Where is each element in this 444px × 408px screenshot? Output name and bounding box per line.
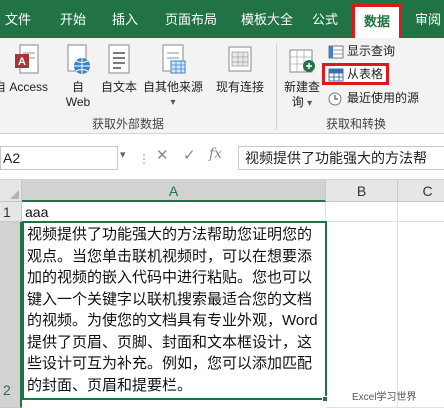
from-other-sources-button[interactable]: 自其他来源 ▾ [140,42,206,110]
name-box-dropdown-icon[interactable]: ▾ [120,148,126,161]
new-query-button[interactable]: 新建查 询 ▾ [280,42,324,110]
tab-home[interactable]: 开始 [48,0,98,38]
existing-connections-button[interactable]: 现有连接 [210,42,270,102]
new-query-label-1: 新建查 [283,80,320,94]
cell-b1[interactable] [326,202,398,222]
existing-connections-label: 现有连接 [215,80,264,94]
from-other-sources-label: 自其他来源 [142,80,203,94]
cell-a1[interactable]: aaa [22,202,326,222]
insert-function-icon[interactable]: fx [209,146,222,162]
column-header-b[interactable]: B [326,180,398,202]
enter-icon[interactable]: ✓ [183,146,196,164]
show-queries-button[interactable]: 显示查询 [328,42,395,60]
from-text-label: 自文本 [100,80,137,94]
from-table-label: 从表格 [347,67,384,81]
from-access-label: 自 Access [0,80,49,94]
ribbon-tab-bar: 文件 开始 插入 页面布局 模板大全 公式 数据 审阅 [0,0,444,38]
tab-formulas[interactable]: 公式 [304,0,346,38]
access-icon: A [15,44,39,74]
recent-sources-label: 最近使用的源 [347,91,420,105]
worksheet-grid: A B C 1 2 aaa 视频提供了功能强大的方法帮助您证明您的观点。当您单击… [0,180,444,408]
name-box[interactable]: A2 [0,146,118,170]
new-query-chevron-icon: ▾ [307,98,313,109]
tab-review[interactable]: 审阅 [408,0,444,38]
new-query-label-2: 询 [291,95,304,109]
cell-b2[interactable] [326,222,398,408]
formula-input[interactable]: 视频提供了功能强大的方法帮 [238,146,444,170]
more-options-icon: ⋮ [138,152,150,166]
tab-page-layout[interactable]: 页面布局 [156,0,226,38]
column-header-a[interactable]: A [22,180,326,202]
from-table-button[interactable]: 从表格 [322,63,390,85]
row-header-1[interactable]: 1 [0,202,22,222]
table-icon [328,68,344,82]
other-sources-icon [162,44,186,74]
svg-text:A: A [18,56,26,68]
existing-connections-icon [228,46,252,72]
cell-a2[interactable]: 视频提供了功能强大的方法帮助您证明您的观点。当您单击联机视频时，可以在想要添加的… [22,221,327,400]
tab-insert[interactable]: 插入 [100,0,150,38]
tab-data[interactable]: 数据 [352,4,402,38]
fill-handle[interactable] [322,396,328,402]
get-external-data-group-label: 获取外部数据 [92,117,165,131]
formula-bar: A2 ▾ ⋮ ✕ ✓ fx 视频提供了功能强大的方法帮 [0,134,444,180]
cell-c2[interactable] [398,222,444,408]
recent-sources-button[interactable]: 最近使用的源 [328,89,419,107]
tab-file[interactable]: 文件 [0,0,36,38]
cell-c1[interactable] [398,202,444,222]
select-all-button[interactable] [0,180,22,202]
cancel-icon[interactable]: ✕ [156,146,169,164]
chevron-down-icon: ▾ [170,97,176,108]
from-access-button[interactable]: A 自 Access [0,42,56,102]
watermark: Excel学习世界 [352,392,417,403]
from-text-button[interactable]: 自文本 [98,42,140,102]
ribbon-data: A 自 Access 自 Web 自文本 自其他来源 ▾ 现有连接 获取外部数据… [0,38,444,134]
text-file-icon [108,44,130,74]
new-query-label-2-wrap: 询 ▾ [280,95,324,111]
row-header-2[interactable]: 2 [0,222,22,408]
show-queries-icon [328,45,344,59]
ribbon-separator [276,44,277,130]
from-web-label-1: 自 [71,80,84,94]
tab-templates[interactable]: 模板大全 [232,0,302,38]
web-icon [67,44,90,74]
from-web-label-2: Web [65,95,91,109]
new-query-icon [289,49,315,73]
column-header-c[interactable]: C [398,180,444,202]
from-web-button[interactable]: 自 Web [60,42,96,110]
recent-sources-icon [328,92,342,106]
select-all-triangle-icon [10,190,19,199]
show-queries-label: 显示查询 [347,44,396,58]
get-transform-group-label: 获取和转换 [326,117,387,131]
